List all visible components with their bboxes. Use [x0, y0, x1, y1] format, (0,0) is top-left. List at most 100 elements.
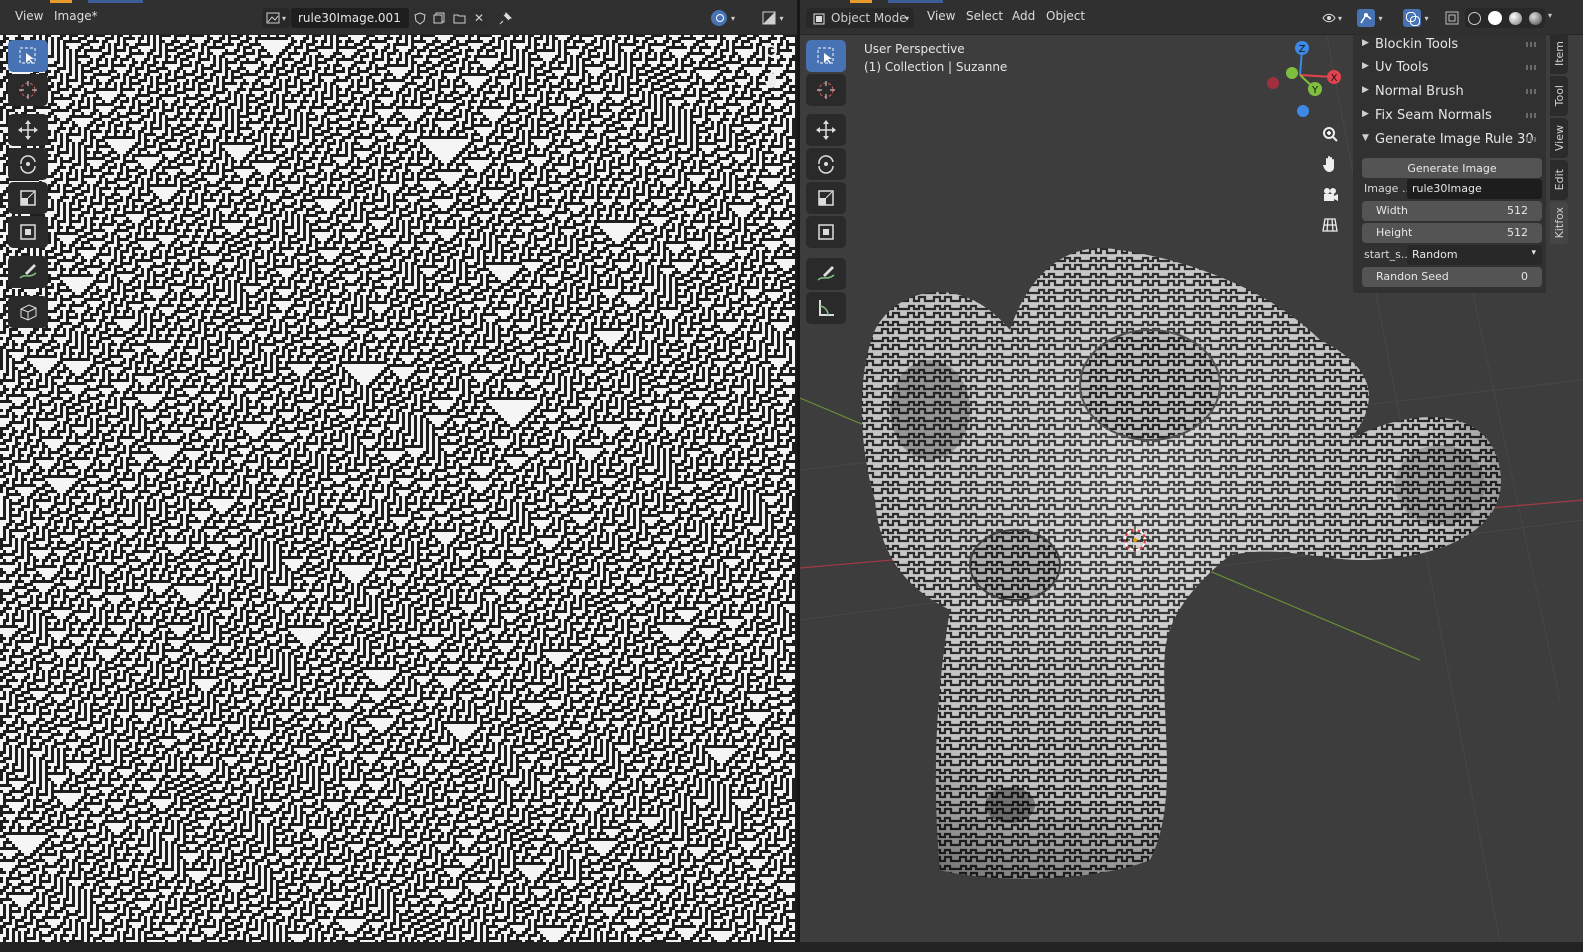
scale-tool[interactable]: [806, 182, 846, 214]
pin-icon[interactable]: [496, 8, 516, 28]
tab-kitfox[interactable]: Kitfox: [1550, 202, 1568, 244]
pan-hand-icon[interactable]: [1317, 151, 1343, 177]
cursor-tool[interactable]: [8, 74, 48, 106]
pan-hand-icon[interactable]: [760, 68, 784, 92]
xray-toggle[interactable]: [1443, 8, 1461, 28]
camera-icon[interactable]: [1317, 182, 1343, 208]
overlay-toggle-button[interactable]: ▾: [705, 8, 741, 28]
menu-view[interactable]: View: [15, 9, 43, 23]
new-image-icon[interactable]: [430, 8, 448, 28]
zoom-icon[interactable]: [1317, 121, 1343, 147]
annotate-pencil-icon: [19, 264, 37, 279]
select-box-icon: [19, 47, 36, 64]
xray-icon: [1445, 11, 1459, 25]
transform-tool[interactable]: [8, 216, 48, 248]
annotate-tool[interactable]: [8, 256, 48, 288]
tab-item[interactable]: Item: [1550, 34, 1568, 74]
perspective-grid-icon[interactable]: [1317, 212, 1343, 238]
transform-icon: [20, 224, 36, 240]
menu-view[interactable]: View: [927, 9, 955, 23]
sample-tool[interactable]: [8, 296, 48, 328]
random-seed-field[interactable]: Randon Seed 0: [1362, 267, 1542, 287]
panel-blockin-tools[interactable]: ▶ Blockin Tools: [1353, 34, 1546, 56]
chevron-down-icon[interactable]: ▾: [1548, 11, 1552, 20]
gizmo-x-label: X: [1331, 73, 1338, 84]
width-value: 512: [1507, 204, 1528, 217]
wireframe-shading-icon[interactable]: [1468, 11, 1482, 25]
select-box-tool[interactable]: [8, 40, 48, 72]
height-field[interactable]: Height 512: [1362, 223, 1542, 243]
panel-fix-seam-normals[interactable]: ▶ Fix Seam Normals: [1353, 105, 1546, 127]
move-tool[interactable]: [806, 114, 846, 146]
gizmo-toggle[interactable]: ▾: [1352, 8, 1388, 28]
start-state-row: start_s... Random ▾: [1362, 245, 1542, 265]
start-state-value: Random: [1412, 248, 1458, 261]
fake-user-shield-icon[interactable]: [411, 8, 429, 28]
sidebar-tabs: Item Tool View Edit Kitfox: [1550, 34, 1568, 334]
shading-modes: [1465, 8, 1545, 28]
image-name-input[interactable]: rule30Image: [1407, 179, 1542, 199]
menu-add[interactable]: Add: [1012, 9, 1035, 23]
chevron-down-icon: ▾: [730, 13, 735, 23]
image-name-field[interactable]: rule30Image.001: [291, 8, 409, 28]
cursor-tool[interactable]: [806, 74, 846, 106]
tab-view[interactable]: View: [1550, 118, 1568, 158]
drag-grip-icon[interactable]: [1526, 113, 1538, 118]
height-value: 512: [1507, 226, 1528, 239]
3d-viewport[interactable]: Z X Y Object Mode ▾ View Select Add Obje…: [800, 0, 1583, 942]
drag-grip-icon[interactable]: [1526, 65, 1538, 70]
zoom-icon[interactable]: [760, 40, 784, 64]
gizmo-z-label: Z: [1299, 44, 1306, 55]
panel-label: Generate Image Rule 30: [1375, 132, 1534, 147]
tab-indicator: [888, 0, 943, 3]
material-shading-icon[interactable]: [1508, 11, 1522, 25]
panel-label: Uv Tools: [1375, 60, 1429, 75]
overlays-toggle[interactable]: ▾: [1398, 8, 1434, 28]
panel-normal-brush[interactable]: ▶ Normal Brush: [1353, 81, 1546, 103]
mode-dropdown[interactable]: Object Mode ▾: [806, 8, 914, 28]
visibility-dropdown[interactable]: ▾: [1318, 8, 1346, 28]
measure-tool[interactable]: [806, 292, 846, 324]
tab-tool[interactable]: Tool: [1550, 76, 1568, 116]
rotate-tool[interactable]: [8, 148, 48, 180]
open-folder-icon[interactable]: [449, 8, 469, 28]
panel-uv-tools[interactable]: ▶ Uv Tools: [1353, 57, 1546, 79]
overlays-icon: [1403, 9, 1422, 27]
sidebar-n-panel: ▶ Blockin Tools ▶ Uv Tools ▶ Normal Brus…: [1353, 34, 1546, 293]
suzanne-mesh: [861, 248, 1501, 879]
image-name-label: Image ...: [1364, 182, 1413, 195]
width-field[interactable]: Width 512: [1362, 201, 1542, 221]
gizmo-icon: [1357, 9, 1376, 27]
overlay-icon: [710, 10, 727, 26]
menu-object[interactable]: Object: [1046, 9, 1085, 23]
tab-edit[interactable]: Edit: [1550, 160, 1568, 200]
annotate-tool[interactable]: [806, 258, 846, 290]
unlink-close-icon[interactable]: ✕: [470, 8, 488, 28]
rule30-image-canvas[interactable]: [0, 34, 797, 942]
generate-image-button[interactable]: Generate Image: [1362, 158, 1542, 178]
scale-tool[interactable]: [8, 182, 48, 214]
display-channels-button[interactable]: ▾: [758, 8, 788, 28]
image-browse-button[interactable]: ▾: [262, 8, 290, 28]
expanded-triangle-icon: ▼: [1362, 133, 1369, 143]
rendered-shading-icon[interactable]: [1528, 11, 1542, 25]
scale-icon: [818, 190, 834, 206]
move-tool[interactable]: [8, 114, 48, 146]
transform-tool[interactable]: [806, 216, 846, 248]
chevron-down-icon: ▾: [1424, 13, 1429, 23]
rotate-tool[interactable]: [806, 148, 846, 180]
menu-image[interactable]: Image*: [54, 9, 98, 23]
collapsed-triangle-icon: ▶: [1362, 38, 1369, 48]
menu-select[interactable]: Select: [966, 9, 1003, 23]
collapsed-triangle-icon: ▶: [1362, 109, 1369, 119]
solid-shading-icon[interactable]: [1488, 11, 1503, 25]
panel-generate-image-rule-30[interactable]: ▼ Generate Image Rule 30: [1353, 129, 1546, 151]
start-state-dropdown[interactable]: Random ▾: [1407, 245, 1542, 265]
drag-grip-icon[interactable]: [1526, 89, 1538, 94]
drag-grip-icon[interactable]: [1526, 42, 1538, 47]
object-mode-icon: [813, 13, 825, 24]
drag-grip-icon[interactable]: [1526, 137, 1538, 142]
select-box-tool[interactable]: [806, 40, 846, 72]
rotate-icon: [20, 155, 36, 174]
viewport-info: User Perspective (1) Collection | Suzann…: [864, 40, 1007, 76]
